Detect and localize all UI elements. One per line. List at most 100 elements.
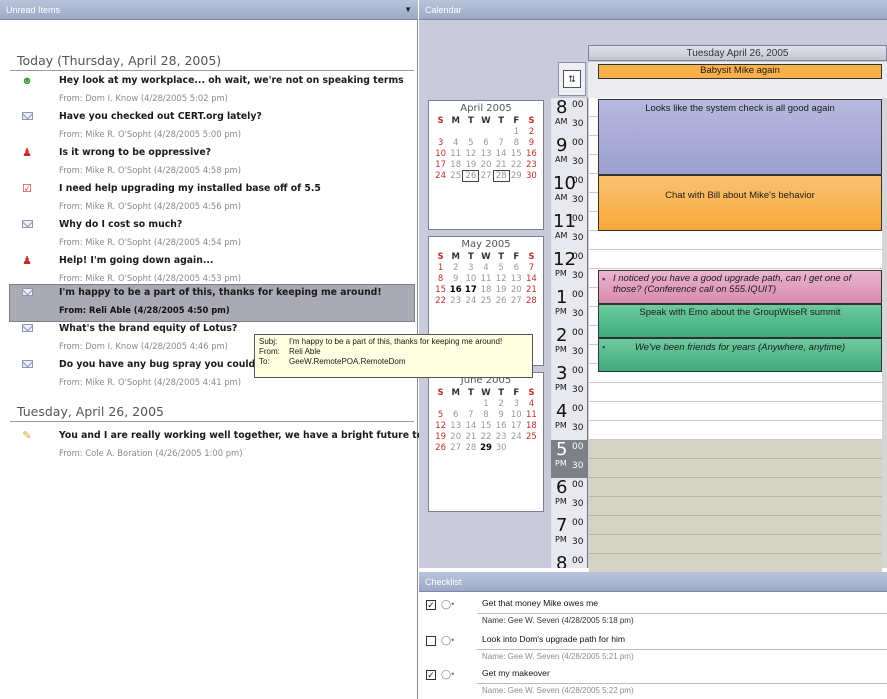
- calendar-day[interactable]: 28: [524, 296, 539, 306]
- time-slot[interactable]: [589, 459, 882, 478]
- time-slot[interactable]: [589, 478, 882, 497]
- calendar-day[interactable]: 21: [463, 432, 478, 442]
- calendar-day[interactable]: 3: [509, 399, 524, 409]
- calendar-day[interactable]: 6: [509, 263, 524, 273]
- calendar-day[interactable]: 7: [463, 410, 478, 420]
- calendar-day[interactable]: 13: [478, 149, 493, 159]
- calendar-day[interactable]: 13: [448, 421, 463, 431]
- calendar-day[interactable]: 21: [524, 285, 539, 295]
- calendar-day[interactable]: 11: [478, 274, 493, 284]
- calendar-day[interactable]: 1: [478, 399, 493, 409]
- calendar-day[interactable]: 26: [462, 170, 480, 182]
- calendar-day[interactable]: 20: [478, 160, 493, 170]
- calendar-day[interactable]: 19: [494, 285, 509, 295]
- mini-calendar-grid[interactable]: S M T W T F S 1 2 3 4 5 6 7 8 9 10 11 12 13 14 15 16 17 18 19 20 21…: [433, 116, 539, 182]
- calendar-day[interactable]: 10: [433, 149, 448, 159]
- calendar-day[interactable]: 20: [448, 432, 463, 442]
- calendar-day[interactable]: 15: [509, 149, 524, 159]
- calendar-day[interactable]: 26: [433, 443, 448, 453]
- go-to-date-button[interactable]: ⇅: [563, 70, 581, 88]
- calendar-header[interactable]: Calendar: [419, 0, 887, 20]
- calendar-day[interactable]: 7: [494, 138, 509, 148]
- calendar-day[interactable]: 3: [463, 263, 478, 273]
- calendar-day[interactable]: 16: [448, 285, 463, 295]
- calendar-day[interactable]: 30: [524, 171, 539, 181]
- calendar-day[interactable]: 23: [448, 296, 463, 306]
- calendar-scrollbar[interactable]: [882, 98, 887, 568]
- calendar-day[interactable]: 23: [524, 160, 539, 170]
- calendar-day[interactable]: 4: [448, 138, 463, 148]
- list-item[interactable]: Why do I cost so much? From: Mike R. O'S…: [10, 217, 414, 253]
- calendar-day[interactable]: 14: [524, 274, 539, 284]
- checklist-item[interactable]: ✓ ◯• Get my makeover Name: Gee W. Seven …: [419, 666, 887, 699]
- time-slot[interactable]: [589, 421, 882, 440]
- list-item-selected[interactable]: I'm happy to be a part of this, thanks f…: [9, 284, 415, 322]
- calendar-day[interactable]: 15: [433, 285, 448, 295]
- time-slot[interactable]: [589, 383, 882, 402]
- calendar-day[interactable]: 26: [494, 296, 509, 306]
- mini-calendar-april[interactable]: April 2005 S M T W T F S 1 2 3 4 5 6 7 8 9 10 11 12 13 14 15 1…: [428, 100, 544, 230]
- calendar-day[interactable]: 17: [433, 160, 448, 170]
- calendar-day[interactable]: 28: [492, 170, 510, 182]
- calendar-day[interactable]: 6: [478, 138, 493, 148]
- calendar-day[interactable]: 5: [433, 410, 448, 420]
- mini-calendar-june[interactable]: June 2005 S M T W T F S 1 2 3 4 5 6 7 8 9 10 11 12 13 14 15 16…: [428, 372, 544, 512]
- appointment[interactable]: ▪ I noticed you have a good upgrade path…: [598, 270, 882, 304]
- calendar-day[interactable]: 9: [524, 138, 539, 148]
- calendar-day[interactable]: 25: [448, 171, 463, 181]
- time-slot[interactable]: [589, 516, 882, 535]
- mini-calendar-grid[interactable]: S M T W T F S 1 2 3 4 5 6 7 8 9 10 11 12 13 14 15 16 17 18 19 20 21…: [433, 388, 539, 453]
- calendar-day[interactable]: 24: [433, 171, 448, 181]
- day-header[interactable]: Tuesday April 26, 2005: [588, 45, 887, 61]
- calendar-day[interactable]: 17: [509, 421, 524, 431]
- calendar-day[interactable]: 14: [494, 149, 509, 159]
- time-slot[interactable]: [589, 535, 882, 554]
- list-item[interactable]: ♟ Is it wrong to be oppressive? From: Mi…: [10, 145, 414, 181]
- time-slot[interactable]: [589, 554, 882, 573]
- list-item[interactable]: ✎ You and I are really working well toge…: [10, 428, 458, 464]
- calendar-day[interactable]: 10: [463, 274, 478, 284]
- calendar-day[interactable]: 15: [478, 421, 493, 431]
- calendar-day[interactable]: 1: [509, 127, 524, 137]
- all-day-event[interactable]: Babysit Mike again: [598, 64, 882, 79]
- calendar-day[interactable]: 19: [433, 432, 448, 442]
- list-item[interactable]: Have you checked out CERT.org lately? Fr…: [10, 109, 414, 145]
- calendar-day[interactable]: 13: [509, 274, 524, 284]
- calendar-day[interactable]: 17: [463, 285, 478, 295]
- calendar-day[interactable]: 22: [478, 432, 493, 442]
- calendar-day[interactable]: 19: [463, 160, 478, 170]
- calendar-day[interactable]: 8: [509, 138, 524, 148]
- list-item[interactable]: ☑ I need help upgrading my installed bas…: [10, 181, 414, 217]
- calendar-day[interactable]: 11: [448, 149, 463, 159]
- calendar-day[interactable]: 11: [524, 410, 539, 420]
- calendar-day[interactable]: 20: [509, 285, 524, 295]
- appointment[interactable]: Looks like the system check is all good …: [598, 99, 882, 175]
- calendar-day[interactable]: 28: [463, 443, 478, 453]
- calendar-day[interactable]: 24: [509, 432, 524, 442]
- calendar-day[interactable]: 16: [494, 421, 509, 431]
- checkbox[interactable]: [426, 636, 436, 646]
- calendar-day[interactable]: 1: [433, 263, 448, 273]
- checklist-item[interactable]: ◯• Look into Dom's upgrade path for him …: [419, 632, 887, 668]
- appointment[interactable]: ▪ We've been friends for years (Anywhere…: [598, 338, 882, 372]
- calendar-day[interactable]: 4: [478, 263, 493, 273]
- calendar-day[interactable]: 8: [433, 274, 448, 284]
- calendar-day[interactable]: 22: [433, 296, 448, 306]
- calendar-day[interactable]: 4: [524, 399, 539, 409]
- calendar-day[interactable]: 9: [448, 274, 463, 284]
- unread-items-header[interactable]: Unread Items ▼: [0, 0, 418, 20]
- calendar-day[interactable]: 27: [448, 443, 463, 453]
- time-slot[interactable]: [589, 250, 882, 269]
- appointment[interactable]: Chat with Bill about Mike's behavior: [598, 175, 882, 231]
- calendar-day[interactable]: 8: [478, 410, 493, 420]
- calendar-day[interactable]: 14: [463, 421, 478, 431]
- calendar-day[interactable]: 18: [478, 285, 493, 295]
- checkbox[interactable]: ✓: [426, 670, 436, 680]
- calendar-day[interactable]: 23: [494, 432, 509, 442]
- calendar-day[interactable]: 12: [494, 274, 509, 284]
- calendar-day[interactable]: 2: [524, 127, 539, 137]
- time-slot[interactable]: [589, 231, 882, 250]
- appointment[interactable]: Speak with Emo about the GroupWiseR summ…: [598, 304, 882, 338]
- calendar-day[interactable]: 29: [478, 443, 493, 453]
- list-item[interactable]: ♟ Help! I'm going down again... From: Mi…: [10, 253, 414, 289]
